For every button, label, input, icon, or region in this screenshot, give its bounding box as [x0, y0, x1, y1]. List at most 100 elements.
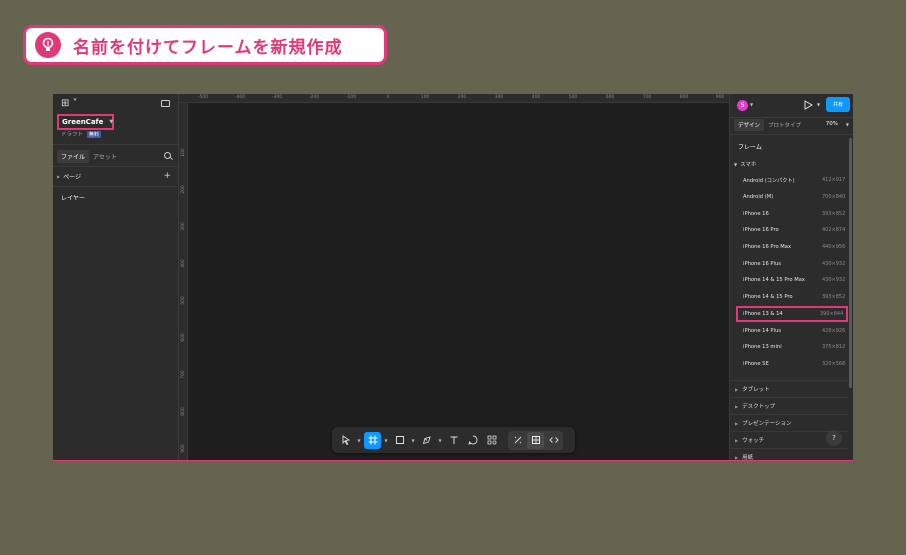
chevron-down-icon: ▼: [734, 161, 738, 167]
device-size: 428×926: [822, 327, 846, 334]
file-name-button[interactable]: GreenCafe ▼: [57, 114, 114, 130]
present-icon[interactable]: [804, 100, 813, 110]
category-label: スマホ: [740, 162, 757, 168]
avatar[interactable]: S: [737, 100, 748, 111]
chevron-right-icon: ▶: [735, 437, 739, 443]
device-preset-item[interactable]: Android (コンパクト) 412×917: [730, 172, 848, 189]
ruler-tick: -100: [345, 95, 357, 100]
device-preset-item[interactable]: iPhone 16 Plus 430×932: [730, 255, 848, 272]
draft-label: ドラフト: [61, 132, 84, 138]
category-paper[interactable]: ▶ 用紙: [730, 448, 848, 461]
ruler-tick: 100: [420, 95, 430, 100]
ruler-tick: 400: [181, 259, 186, 268]
ruler-tick: 0: [386, 95, 390, 100]
dev-mode-icon[interactable]: [545, 432, 562, 449]
lightbulb-icon: [35, 32, 61, 58]
chevron-down-icon[interactable]: ▼: [410, 438, 416, 443]
ruler-tick: 700: [181, 370, 186, 379]
device-preset-item-highlighted[interactable]: iPhone 13 & 14 390×844: [736, 305, 848, 323]
ruler-tick: -500: [197, 95, 209, 100]
frame-tool-button[interactable]: [364, 431, 381, 449]
pen-tool-button[interactable]: [418, 432, 435, 449]
instruction-banner: 名前を付けてフレームを新規作成: [23, 25, 387, 65]
ruler-tick: 500: [568, 95, 578, 100]
category-presentation[interactable]: ▶ プレゼンテーション: [730, 414, 848, 431]
chevron-down-icon[interactable]: ▼: [750, 102, 753, 107]
device-name: Android (コンパクト): [743, 177, 795, 184]
category-label: 用紙: [742, 455, 754, 461]
chevron-right-icon: ▶: [735, 454, 739, 460]
device-preset-item[interactable]: iPhone 14 Plus 428×926: [730, 322, 848, 339]
chevron-down-icon[interactable]: ▼: [383, 438, 389, 443]
ruler-tick: 800: [679, 95, 689, 100]
device-preset-item[interactable]: iPhone 14 & 15 Pro Max 430×932: [730, 272, 848, 289]
device-preset-item[interactable]: Android (M) 700×840: [730, 189, 848, 206]
plan-badge: 無料: [87, 130, 102, 138]
smartphone-category[interactable]: ▼ スマホ: [734, 160, 757, 169]
design-mode-icon[interactable]: [527, 431, 544, 449]
actions-tool-button[interactable]: [483, 432, 500, 449]
panel-toggle-icon[interactable]: [161, 99, 170, 107]
ruler-tick: 300: [181, 222, 186, 231]
chevron-down-icon[interactable]: ▼: [846, 122, 849, 127]
scrollbar[interactable]: [849, 138, 852, 388]
text-tool-button[interactable]: [445, 432, 462, 449]
device-name: iPhone 14 & 15 Pro Max: [743, 277, 805, 284]
chevron-down-icon[interactable]: ▼: [437, 438, 443, 443]
move-tool-button[interactable]: [337, 432, 354, 449]
device-size: 393×852: [822, 294, 846, 301]
comment-tool-button[interactable]: [464, 432, 481, 449]
zoom-level[interactable]: 70%: [826, 121, 838, 127]
category-tablet[interactable]: ▶ タブレット: [730, 380, 848, 397]
bottom-toolbar: ▼ ▼ ▼ ▼: [332, 427, 575, 453]
chevron-right-icon: ▶: [735, 420, 739, 426]
device-name: iPhone 13 mini: [743, 344, 782, 351]
ruler-tick: 700: [642, 95, 652, 100]
tab-files[interactable]: ファイル: [57, 149, 90, 163]
ruler-tick: -400: [234, 95, 246, 100]
device-size: 430×932: [822, 260, 846, 267]
draw-mode-icon[interactable]: [509, 432, 526, 449]
right-panel: S ▼ ▼ 共有 デザイン プロトタイプ 70% ▼ フレーム ▼ スマホ An…: [729, 94, 853, 461]
tab-assets[interactable]: アセット: [89, 150, 121, 163]
category-desktop[interactable]: ▶ デスクトップ: [730, 397, 848, 414]
figma-menu-icon[interactable]: ⊞ ˅: [61, 98, 78, 109]
category-label: タブレット: [742, 387, 770, 393]
device-name: iPhone 16 Pro: [743, 227, 779, 234]
device-preset-item[interactable]: iPhone 16 Pro 402×874: [730, 222, 848, 239]
ruler-tick: 600: [605, 95, 615, 100]
chevron-down-icon: ▼: [109, 119, 114, 125]
chevron-down-icon[interactable]: ▼: [356, 438, 362, 443]
layers-label: レイヤー: [61, 195, 85, 202]
device-preset-item[interactable]: iPhone 16 Pro Max 440×956: [730, 239, 848, 256]
frame-section-title: フレーム: [738, 144, 762, 151]
device-preset-item[interactable]: iPhone 14 & 15 Pro 393×852: [730, 289, 848, 306]
search-icon[interactable]: [164, 152, 171, 159]
device-preset-item[interactable]: iPhone 16 393×852: [730, 205, 848, 222]
ruler-tick: 100: [181, 148, 186, 157]
device-preset-item[interactable]: iPhone SE 320×568: [730, 356, 848, 373]
device-name: iPhone 16: [743, 210, 769, 217]
device-preset-item[interactable]: iPhone 13 mini 375×812: [730, 339, 848, 356]
add-page-icon[interactable]: +: [163, 171, 171, 181]
device-size: 402×874: [822, 227, 846, 234]
chevron-down-icon[interactable]: ▼: [817, 102, 820, 107]
device-name: iPhone 13 & 14: [743, 310, 783, 317]
category-label: デスクトップ: [742, 404, 776, 410]
left-panel: ⊞ ˅ GreenCafe ▼ ドラフト 無料 ファイル アセット ▶ ページ …: [53, 94, 179, 460]
help-button[interactable]: ?: [826, 430, 842, 446]
category-label: ウォッチ: [742, 438, 765, 444]
device-size: 390×844: [820, 310, 844, 317]
chevron-right-icon: ▶: [735, 386, 739, 392]
horizontal-ruler: -500 -400 -300 -200 -100 0 100 200 300 4…: [179, 94, 729, 103]
ruler-tick: 900: [715, 95, 725, 100]
tab-prototype[interactable]: プロトタイプ: [764, 119, 805, 131]
ruler-tick: 200: [457, 95, 467, 100]
canvas[interactable]: [189, 104, 729, 460]
share-button[interactable]: 共有: [826, 97, 850, 112]
ruler-tick: 800: [181, 407, 186, 416]
device-size: 393×852: [822, 210, 846, 217]
pages-section[interactable]: ▶ ページ +: [53, 168, 179, 184]
tab-design[interactable]: デザイン: [734, 119, 765, 131]
rectangle-tool-button[interactable]: [391, 432, 408, 449]
